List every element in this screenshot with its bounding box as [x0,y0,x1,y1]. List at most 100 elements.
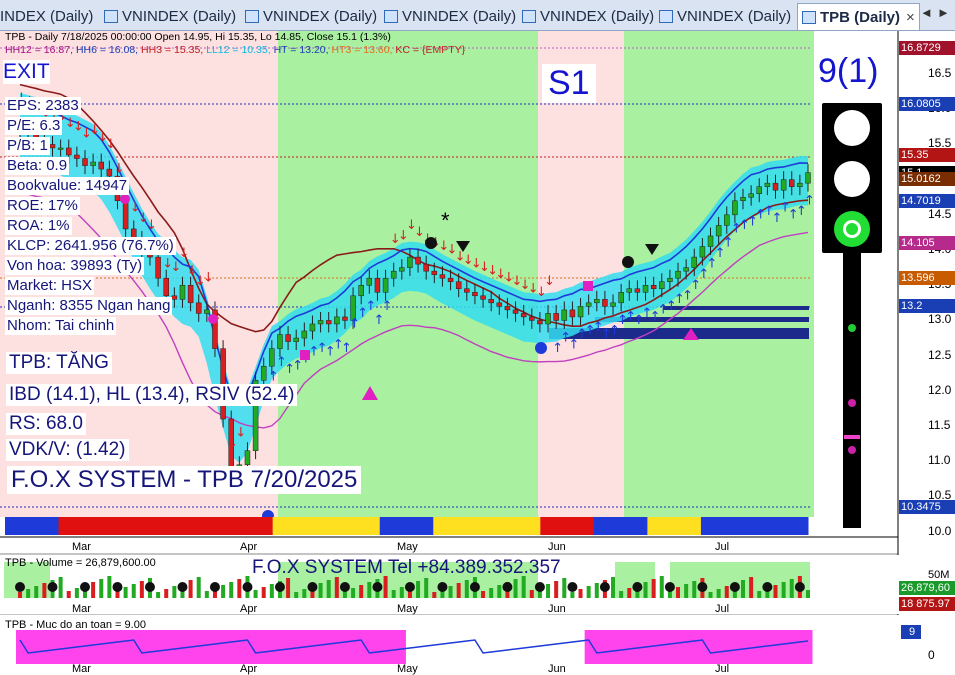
safety-bar [690,630,699,664]
volume-bar [724,586,729,598]
close-icon[interactable]: × [906,9,915,26]
volume-box-1: 26,879,60 [899,581,955,595]
magenta-dot [208,314,218,324]
volume-bar [546,584,551,598]
volume-bar [416,581,421,598]
ht3-label: HT3 = 13.60, [331,44,393,56]
volume-axis-label: 50M [928,569,950,581]
safety-bar [210,630,220,664]
safety-bar [479,630,488,664]
safety-bar [397,630,407,664]
strip-segment [379,517,434,535]
candle-body [512,309,519,314]
volume-bar [806,590,810,598]
candle-body [699,246,706,258]
volume-bar [562,578,567,598]
volume-bar [172,586,177,598]
safety-bar [771,630,781,664]
volume-dot [729,582,740,592]
candle-body [49,144,56,149]
light-top [834,110,870,146]
volume-bar [326,580,331,598]
volume-bar [659,576,664,598]
magenta-square [583,281,593,291]
safety-bar [576,630,586,664]
safety-bar [430,630,439,664]
volume-bar [708,592,713,598]
buy-arrow: ↑ [341,341,352,356]
price-tick: 12.5 [928,347,952,362]
month-label: Mar [72,541,91,553]
volume-title: TPB - Volume = 26,879,600.00 [5,557,156,569]
volume-bar [594,583,599,598]
scroll-right-icon[interactable]: ► [937,5,950,20]
strip-segment [540,517,595,535]
tab-vnindex-3[interactable]: VNINDEX (Daily) [384,4,516,28]
strip-segment [754,517,809,535]
scroll-left-icon[interactable]: ◄ [920,5,933,20]
volume-bar [481,591,486,598]
safety-bar [162,630,171,664]
candle-body [797,182,803,187]
volume-bar [342,591,347,598]
safety-bar [511,630,521,664]
volume-bar [497,585,502,598]
safety-bar [487,630,496,664]
candle-body [407,256,413,268]
volume-bar [464,580,469,598]
volume-bar [773,585,778,598]
info-badge [535,342,547,354]
candle-body [772,182,779,191]
strip-segment [58,517,113,535]
price-box: 16.8729 [899,40,955,55]
safety-bar [584,630,594,664]
volume-bar [789,579,794,598]
volume-bar [91,582,96,598]
volume-bar [318,583,323,598]
tab-vnindex-5[interactable]: VNINDEX (Daily) [659,4,791,28]
eps-value: EPS: 2383 [5,97,81,115]
tab-vnindex-2[interactable]: VNINDEX (Daily) [245,4,377,28]
candle-body [585,302,592,307]
nhom-value: Nhom: Tai chinh [5,317,117,335]
volume-bar [448,586,453,598]
chart-icon [104,9,118,23]
safety-bar [154,630,163,664]
volume-bar [570,592,575,598]
strip-segment [326,517,381,535]
safety-bar [349,630,358,664]
month-label: Apr [240,603,258,615]
volume-dot [697,582,708,592]
volume-bar [399,587,404,598]
tab-vnindex-4[interactable]: VNINDEX (Daily) [522,4,654,28]
safety-bar [121,630,131,664]
safety-bar [714,630,724,664]
safety-bar [324,630,334,664]
tab-tpb-daily[interactable]: TPB (Daily) × [797,3,920,30]
safety-bar [32,630,41,664]
safety-bar [657,630,667,664]
candle-body [382,277,389,293]
safety-bar [202,630,212,664]
volume-bar [676,587,681,598]
price-box: 10.3475 [899,500,955,515]
tab-label: VNINDEX (Daily) [540,7,655,25]
tab-vnindex-1[interactable]: VNINDEX (Daily) [104,4,236,28]
safety-axis-zero: 0 [928,648,935,662]
volume-bar [131,584,136,598]
month-label: May [397,663,418,675]
safety-bar [219,630,228,664]
price-tick: 11.5 [928,418,951,433]
safety-bar [48,630,57,664]
price-tick: 10.0 [928,523,952,538]
safety-bar [779,630,789,664]
month-label: Jun [548,603,566,615]
volume-bar [139,581,144,598]
exit-signal: EXIT [3,60,50,84]
volume-bar [229,582,234,598]
candle-body [569,309,576,318]
volume-dot [242,582,253,592]
volume-bar [684,584,689,598]
candle-body [390,270,397,279]
tab-index-daily[interactable]: INDEX (Daily) [0,4,93,28]
